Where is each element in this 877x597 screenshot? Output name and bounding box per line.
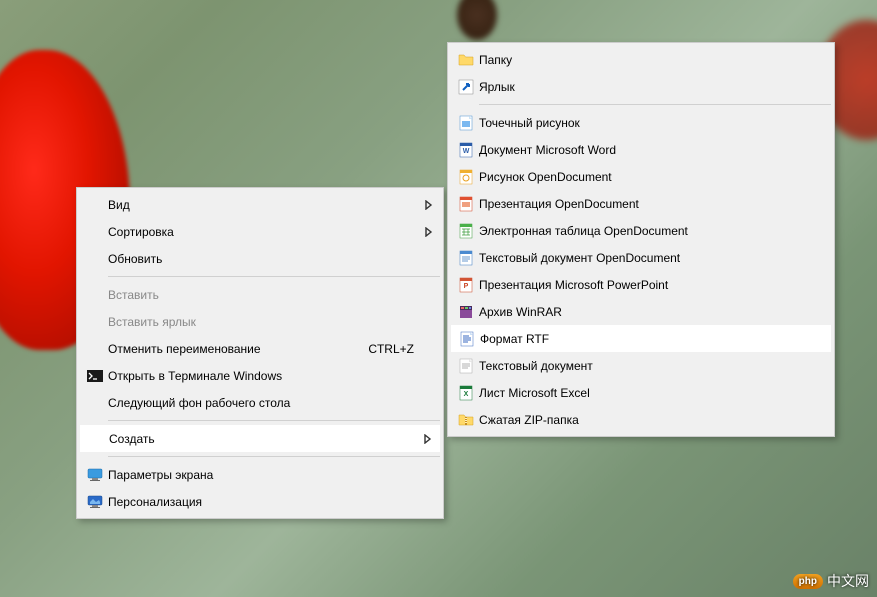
primaryMenu-item-label: Персонализация xyxy=(108,495,422,509)
blank-icon xyxy=(82,393,108,413)
blank-icon xyxy=(82,339,108,359)
secondaryMenu-item-label: Папку xyxy=(479,53,813,67)
blank-icon xyxy=(82,312,108,332)
secondaryMenu-item-8[interactable]: Текстовый документ OpenDocument xyxy=(451,244,831,271)
shortcut-icon xyxy=(453,77,479,97)
ppt-icon: P xyxy=(453,275,479,295)
odt-icon xyxy=(453,248,479,268)
secondaryMenu-item-13[interactable]: X Лист Microsoft Excel xyxy=(451,379,831,406)
secondaryMenu-item-7[interactable]: Электронная таблица OpenDocument xyxy=(451,217,831,244)
personalize-icon xyxy=(82,492,108,512)
odp-icon xyxy=(453,194,479,214)
primaryMenu-item-4: Вставить xyxy=(80,281,440,308)
odg-icon xyxy=(453,167,479,187)
word-icon: W xyxy=(453,140,479,160)
chevron-right-icon xyxy=(421,434,435,444)
secondaryMenu-item-label: Презентация OpenDocument xyxy=(479,197,813,211)
secondaryMenu-item-label: Рисунок OpenDocument xyxy=(479,170,813,184)
txt-icon xyxy=(453,356,479,376)
primaryMenu-item-label: Вид xyxy=(108,198,422,212)
primaryMenu-item-shortcut: CTRL+Z xyxy=(368,342,422,356)
watermark-badge: php xyxy=(793,574,823,589)
secondaryMenu-item-9[interactable]: P Презентация Microsoft PowerPoint xyxy=(451,271,831,298)
primaryMenu-item-6[interactable]: Отменить переименованиеCTRL+Z xyxy=(80,335,440,362)
primaryMenu-item-1[interactable]: Сортировка xyxy=(80,218,440,245)
primaryMenu-item-8[interactable]: Следующий фон рабочего стола xyxy=(80,389,440,416)
primaryMenu-item-label: Следующий фон рабочего стола xyxy=(108,396,422,410)
secondaryMenu-item-label: Электронная таблица OpenDocument xyxy=(479,224,813,238)
secondaryMenu-item-6[interactable]: Презентация OpenDocument xyxy=(451,190,831,217)
primaryMenu-separator xyxy=(108,456,440,457)
secondaryMenu-item-label: Текстовый документ xyxy=(479,359,813,373)
secondaryMenu-item-label: Презентация Microsoft PowerPoint xyxy=(479,278,813,292)
folder-icon xyxy=(453,50,479,70)
secondaryMenu-item-10[interactable]: Архив WinRAR xyxy=(451,298,831,325)
primaryMenu-item-label: Открыть в Терминале Windows xyxy=(108,369,422,383)
chevron-right-icon xyxy=(422,227,436,237)
primaryMenu-item-5: Вставить ярлык xyxy=(80,308,440,335)
secondaryMenu-item-4[interactable]: W Документ Microsoft Word xyxy=(451,136,831,163)
ods-icon xyxy=(453,221,479,241)
secondaryMenu-item-12[interactable]: Текстовый документ xyxy=(451,352,831,379)
primaryMenu-item-13[interactable]: Персонализация xyxy=(80,488,440,515)
secondaryMenu-item-label: Точечный рисунок xyxy=(479,116,813,130)
primaryMenu-separator xyxy=(108,276,440,277)
secondaryMenu-item-label: Ярлык xyxy=(479,80,813,94)
display-icon xyxy=(82,465,108,485)
svg-text:X: X xyxy=(464,391,469,398)
primaryMenu-item-label: Вставить ярлык xyxy=(108,315,422,329)
zip-icon xyxy=(453,410,479,430)
rar-icon xyxy=(453,302,479,322)
bitmap-icon xyxy=(453,113,479,133)
rtf-icon xyxy=(454,329,480,349)
secondaryMenu-item-11[interactable]: Формат RTF xyxy=(451,325,831,352)
desktop-context-menu: Вид Сортировка Обновить Вставить Вставить яр… xyxy=(76,187,444,519)
xls-icon: X xyxy=(453,383,479,403)
watermark-text: 中文网 xyxy=(827,571,869,591)
primaryMenu-separator xyxy=(108,420,440,421)
secondaryMenu-item-label: Текстовый документ OpenDocument xyxy=(479,251,813,265)
svg-text:W: W xyxy=(463,148,470,155)
secondaryMenu-item-5[interactable]: Рисунок OpenDocument xyxy=(451,163,831,190)
blank-icon xyxy=(82,222,108,242)
primaryMenu-item-label: Сортировка xyxy=(108,225,422,239)
blank-icon xyxy=(83,429,109,449)
secondaryMenu-item-label: Формат RTF xyxy=(480,332,812,346)
primaryMenu-item-2[interactable]: Обновить xyxy=(80,245,440,272)
primaryMenu-item-label: Параметры экрана xyxy=(108,468,422,482)
secondaryMenu-item-label: Сжатая ZIP-папка xyxy=(479,413,813,427)
blank-icon xyxy=(82,195,108,215)
primaryMenu-item-0[interactable]: Вид xyxy=(80,191,440,218)
secondaryMenu-item-1[interactable]: Ярлык xyxy=(451,73,831,100)
primaryMenu-item-label: Вставить xyxy=(108,288,422,302)
primaryMenu-item-label: Создать xyxy=(109,432,421,446)
blank-icon xyxy=(82,285,108,305)
secondaryMenu-item-label: Лист Microsoft Excel xyxy=(479,386,813,400)
secondaryMenu-separator xyxy=(479,104,831,105)
primaryMenu-item-7[interactable]: Открыть в Терминале Windows xyxy=(80,362,440,389)
terminal-icon xyxy=(82,366,108,386)
svg-text:P: P xyxy=(464,283,469,290)
secondaryMenu-item-label: Архив WinRAR xyxy=(479,305,813,319)
watermark: php 中文网 xyxy=(793,571,869,591)
primaryMenu-item-label: Отменить переименование xyxy=(108,342,368,356)
primaryMenu-item-12[interactable]: Параметры экрана xyxy=(80,461,440,488)
background-flower-bud xyxy=(457,0,497,40)
create-new-submenu: Папку Ярлык Точечный рисунок W Документ Micr… xyxy=(447,42,835,437)
secondaryMenu-item-0[interactable]: Папку xyxy=(451,46,831,73)
blank-icon xyxy=(82,249,108,269)
chevron-right-icon xyxy=(422,200,436,210)
secondaryMenu-item-14[interactable]: Сжатая ZIP-папка xyxy=(451,406,831,433)
secondaryMenu-item-3[interactable]: Точечный рисунок xyxy=(451,109,831,136)
primaryMenu-item-label: Обновить xyxy=(108,252,422,266)
secondaryMenu-item-label: Документ Microsoft Word xyxy=(479,143,813,157)
primaryMenu-item-10[interactable]: Создать xyxy=(80,425,440,452)
